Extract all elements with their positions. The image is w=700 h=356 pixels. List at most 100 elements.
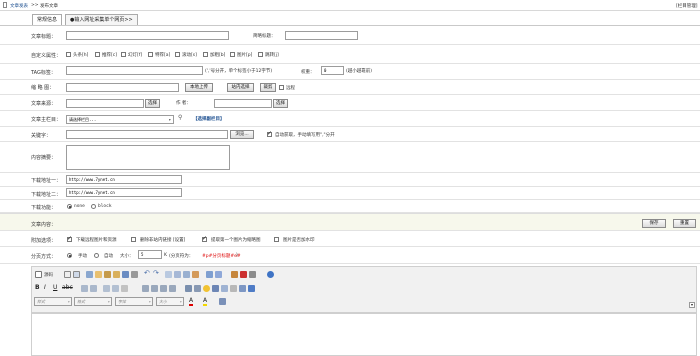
keywords-input[interactable] [66, 130, 228, 139]
tag-input[interactable] [66, 66, 203, 75]
source-icon[interactable] [35, 271, 42, 278]
preview-icon[interactable] [73, 271, 80, 278]
attr-checkbox-p[interactable] [230, 52, 235, 57]
paste-text-icon[interactable] [113, 271, 120, 278]
table-2-icon[interactable] [185, 285, 192, 292]
cut-icon[interactable] [86, 271, 93, 278]
editor-content-area[interactable] [31, 313, 697, 356]
special-char-icon[interactable] [212, 285, 219, 292]
unordered-list-icon[interactable] [90, 285, 97, 292]
bg-color-icon[interactable]: A [203, 297, 208, 306]
flag-icon[interactable] [248, 285, 255, 292]
page-auto-radio[interactable] [94, 253, 99, 258]
redo-icon[interactable]: ↷ [153, 269, 159, 277]
thumb-remote-checkbox[interactable] [279, 85, 284, 90]
outdent-icon[interactable] [103, 285, 110, 292]
author-select-button[interactable]: 选择 [273, 99, 288, 108]
print-icon[interactable] [131, 271, 138, 278]
summary-textarea[interactable] [66, 145, 230, 170]
size-select[interactable]: 大小 ▾ [156, 297, 184, 306]
attr-checkbox-j[interactable] [258, 52, 263, 57]
anchor-icon[interactable] [206, 271, 213, 278]
sub-column-link[interactable]: 【选择副栏目】 [193, 116, 225, 122]
font-select[interactable]: 字体 ▾ [115, 297, 153, 306]
italic-icon[interactable]: I [44, 284, 46, 291]
hr-icon[interactable] [194, 285, 201, 292]
thumb-site-select-button[interactable]: 站内选择 [227, 83, 254, 92]
search-icon[interactable]: ⚲ [178, 114, 182, 121]
text-color-icon[interactable]: A [189, 297, 194, 306]
title-input[interactable] [66, 31, 229, 40]
remove-format-icon[interactable] [192, 271, 199, 278]
attr-checkbox-a[interactable] [148, 52, 153, 57]
select-all-icon[interactable] [183, 271, 190, 278]
paste-word-icon[interactable] [122, 271, 129, 278]
page-size-input[interactable]: 5 [138, 250, 162, 259]
attr-checkbox-c[interactable] [95, 52, 100, 57]
watermark-checkbox[interactable] [274, 237, 279, 242]
underline-icon[interactable]: U [53, 284, 57, 291]
download1-input[interactable]: http://www.7ynet.cn [66, 175, 182, 184]
page-manual-radio[interactable] [67, 253, 72, 258]
bold-icon[interactable]: B [35, 284, 40, 291]
source-button-label[interactable]: 源码 [44, 272, 53, 278]
attr-checkbox-b[interactable] [203, 52, 208, 57]
align-right-icon[interactable] [160, 285, 167, 292]
source-select-button[interactable]: 选择 [145, 99, 160, 108]
smiley-icon[interactable] [203, 285, 210, 292]
align-left-icon[interactable] [142, 285, 149, 292]
download-remote-checkbox[interactable] [67, 235, 72, 242]
auto-keywords-checkbox[interactable] [267, 130, 272, 137]
author-input[interactable] [214, 99, 272, 108]
style-select[interactable]: 样式 ▾ [34, 297, 72, 306]
strike-icon[interactable]: abc [62, 284, 73, 291]
column-manage-link[interactable]: [栏目管理] [676, 3, 698, 9]
source-input[interactable] [66, 99, 144, 108]
weight-input[interactable]: 0 [321, 66, 344, 75]
collapse-toolbar-icon[interactable]: ▾ [689, 302, 695, 308]
download2-input[interactable]: http://www.7ynet.cn [66, 188, 182, 197]
indent-icon[interactable] [112, 285, 119, 292]
undo-icon[interactable]: ↶ [144, 269, 150, 277]
pagebreak-icon[interactable] [221, 285, 228, 292]
align-justify-icon[interactable] [169, 285, 176, 292]
maximize-icon[interactable] [219, 298, 226, 305]
download-block-radio[interactable] [91, 204, 96, 209]
format-select[interactable]: 格式 ▾ [74, 297, 112, 306]
attr-checkbox-s[interactable] [175, 52, 180, 57]
thumb-input[interactable] [66, 83, 179, 92]
table-icon[interactable] [249, 271, 256, 278]
thumb-local-upload-button[interactable]: 本地上传 [185, 83, 213, 92]
copy-icon[interactable] [95, 271, 102, 278]
column-select[interactable]: 请选择栏目... ▾ [66, 115, 174, 124]
attr-checkbox-f[interactable] [121, 52, 126, 57]
download-block-label: block [98, 204, 112, 209]
save-button[interactable]: 保存 [642, 219, 666, 228]
align-center-icon[interactable] [151, 285, 158, 292]
font-select-value: 字体 [118, 299, 126, 304]
iframe-icon[interactable] [230, 285, 237, 292]
replace-icon[interactable] [174, 271, 181, 278]
remove-links-label[interactable]: 删除非站内链接 [设置] [140, 237, 185, 243]
paste-icon[interactable] [104, 271, 111, 278]
remove-links-checkbox[interactable] [131, 237, 136, 242]
globe-icon[interactable] [267, 271, 274, 278]
code-icon[interactable] [239, 285, 246, 292]
find-icon[interactable] [165, 271, 172, 278]
attr-checkbox-h[interactable] [66, 52, 71, 57]
ordered-list-icon[interactable] [81, 285, 88, 292]
blockquote-icon[interactable] [121, 285, 128, 292]
short-title-input[interactable] [285, 31, 358, 40]
breadcrumb-part1[interactable]: 文章发表 [10, 3, 28, 9]
keywords-browse-button[interactable]: 浏览... [230, 130, 254, 139]
download-none-radio[interactable] [67, 204, 72, 209]
tab-collect[interactable]: ●输入网址采集单个网页>> [65, 14, 138, 25]
first-image-thumb-checkbox[interactable] [202, 235, 207, 242]
link-icon[interactable] [215, 271, 222, 278]
new-page-icon[interactable] [64, 271, 71, 278]
thumb-crop-button[interactable]: 裁剪 [260, 83, 276, 92]
reset-button[interactable]: 重置 [673, 219, 696, 228]
flash-icon[interactable] [240, 271, 247, 278]
tab-basic[interactable]: 常规信息 [32, 14, 63, 25]
image-icon[interactable] [231, 271, 238, 278]
